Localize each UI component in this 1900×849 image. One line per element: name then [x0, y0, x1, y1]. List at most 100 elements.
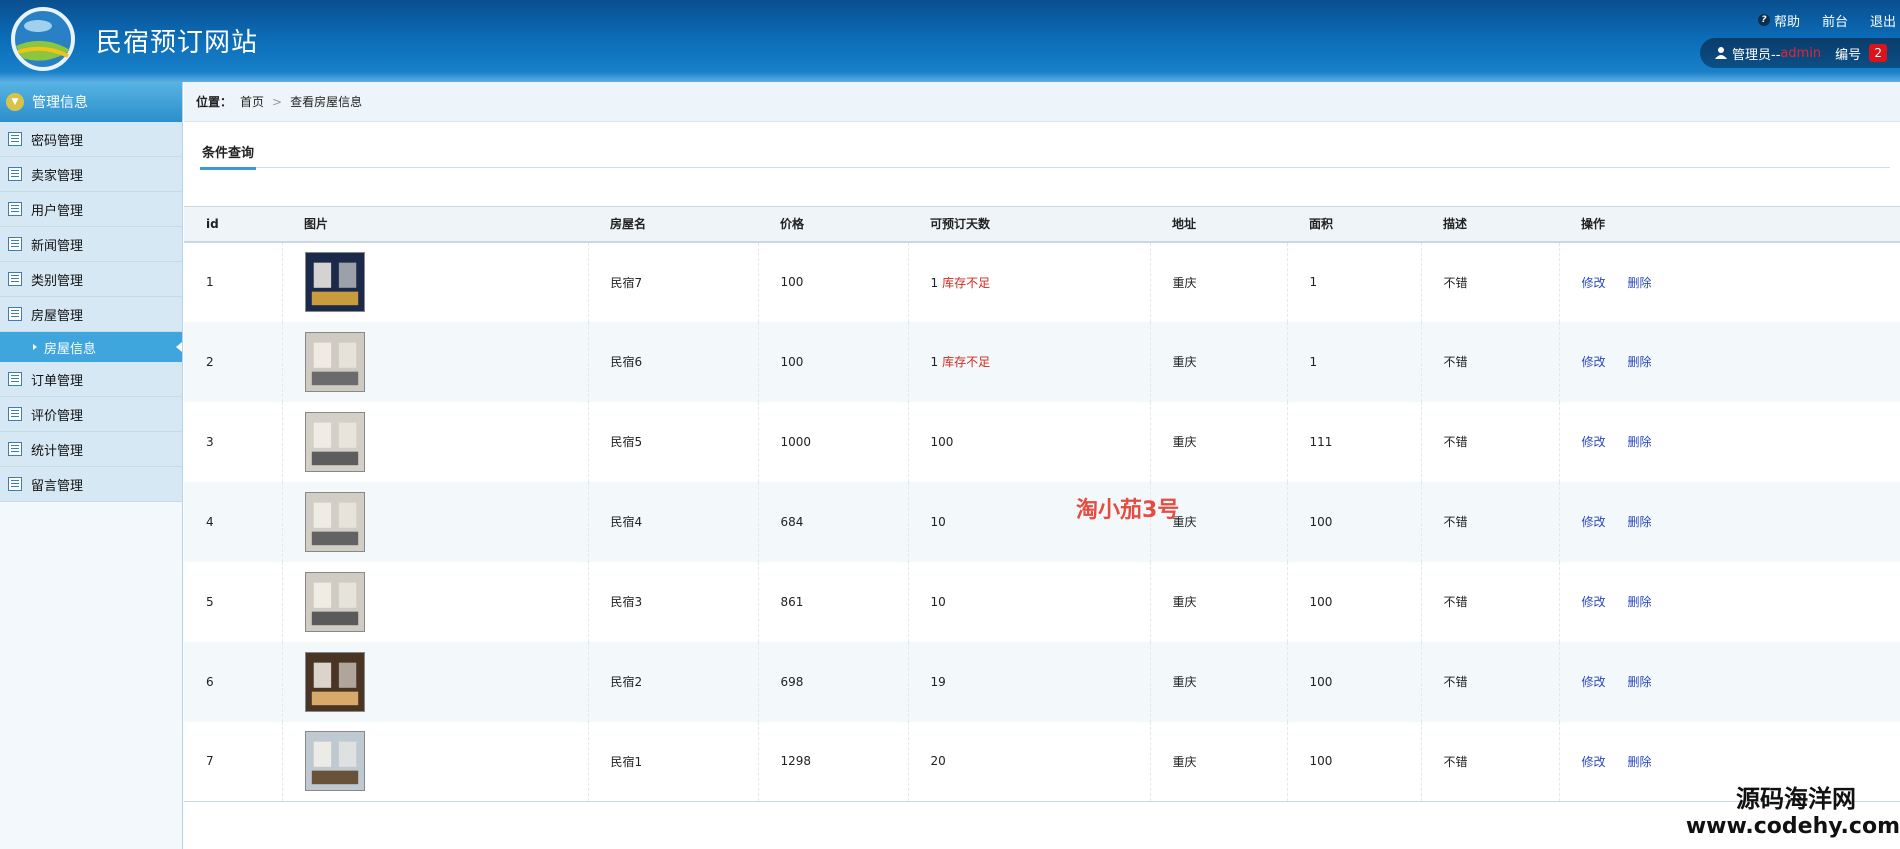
cell-area: 1 [1287, 241, 1422, 322]
cell-days: 20 [908, 721, 1151, 802]
edit-link[interactable]: 修改 [1582, 355, 1606, 369]
globe-logo-icon [11, 7, 75, 71]
cell-image [282, 481, 589, 562]
cell-price: 1000 [758, 401, 909, 482]
list-icon [8, 307, 22, 321]
menu-label: 新闻管理 [31, 238, 84, 254]
list-icon [8, 237, 22, 251]
cell-days: 1 库存不足 [908, 241, 1151, 322]
cell-address: 重庆 [1150, 721, 1288, 802]
delete-link[interactable]: 删除 [1628, 675, 1652, 689]
cell-actions: 修改 删除 [1559, 562, 1900, 642]
cell-days: 10 [908, 561, 1151, 642]
delete-link[interactable]: 删除 [1628, 595, 1652, 609]
sidebar-item-category[interactable]: 类别管理 [0, 262, 182, 297]
user-prefix: 管理员-- [1732, 47, 1781, 63]
cell-desc: 不错 [1421, 321, 1560, 402]
user-icon [1715, 47, 1727, 59]
cell-price: 698 [758, 641, 909, 722]
cell-actions: 修改 删除 [1559, 242, 1900, 322]
menu-label: 用户管理 [31, 203, 84, 219]
cell-address: 重庆 [1150, 401, 1288, 482]
tab-filter-query[interactable]: 条件查询 [200, 142, 257, 170]
edit-link[interactable]: 修改 [1582, 755, 1606, 769]
edit-link[interactable]: 修改 [1582, 515, 1606, 529]
delete-link[interactable]: 删除 [1628, 276, 1652, 290]
sidebar-item-review[interactable]: 评价管理 [0, 397, 182, 432]
table-row: 1 民宿7 100 1 库存不足 重庆 1 不错 修改 删除 [184, 241, 1900, 322]
days-value: 10 [930, 594, 946, 609]
house-thumbnail-image [304, 731, 365, 792]
stock-warning: 库存不足 [942, 275, 991, 290]
list-icon [8, 272, 22, 286]
list-icon [8, 372, 22, 386]
delete-link[interactable]: 删除 [1628, 515, 1652, 529]
edit-link[interactable]: 修改 [1582, 435, 1606, 449]
cell-image [282, 721, 589, 802]
col-header: 可预订天数 [908, 206, 1150, 243]
days-value: 19 [930, 674, 946, 689]
delete-link[interactable]: 删除 [1628, 355, 1652, 369]
menu-label: 统计管理 [31, 443, 84, 459]
cell-desc: 不错 [1421, 481, 1560, 562]
cell-id: 1 [184, 241, 283, 322]
cell-address: 重庆 [1150, 241, 1288, 322]
cell-price: 100 [758, 241, 909, 322]
sidebar-item-user[interactable]: 用户管理 [0, 192, 182, 227]
help-link[interactable]: ? 帮助 [1757, 10, 1800, 30]
cell-desc: 不错 [1421, 561, 1560, 642]
cell-id: 5 [184, 561, 283, 642]
col-header: 价格 [758, 206, 908, 243]
table-header-row: id 图片 房屋名 价格 可预订天数 地址 面积 描述 操作 [184, 206, 1900, 243]
help-icon: ? [1757, 14, 1770, 26]
sidebar-item-message[interactable]: 留言管理 [0, 467, 182, 502]
house-thumbnail-image [304, 571, 365, 632]
app-header: 民宿预订网站 ? 帮助 前台 退出 管理员-- admin 编号 2 [0, 0, 1900, 82]
delete-link[interactable]: 删除 [1628, 755, 1652, 769]
list-icon [8, 477, 22, 491]
cell-name: 民宿3 [588, 561, 759, 642]
filter-tabs: 条件查询 [200, 142, 1890, 170]
sidebar-item-seller[interactable]: 卖家管理 [0, 157, 182, 192]
collapse-icon: ▼ [6, 93, 24, 111]
col-header: 房屋名 [588, 206, 758, 243]
table-row: 3 民宿5 1000 100 重庆 111 不错 修改 删除 [184, 401, 1900, 482]
list-icon [8, 407, 22, 421]
list-icon [8, 442, 22, 456]
logout-link[interactable]: 退出 [1870, 10, 1896, 30]
sidebar-item-stats[interactable]: 统计管理 [0, 432, 182, 467]
menu-label: 密码管理 [31, 133, 84, 149]
house-thumbnail-image [304, 252, 365, 312]
sidebar: ▼ 管理信息 密码管理 卖家管理 用户管理 新闻管理 类别管理 房屋管理 房屋信… [0, 82, 183, 849]
user-info: 管理员-- admin 编号 2 [1700, 38, 1900, 68]
user-name: admin [1780, 45, 1822, 61]
sidebar-subitem-house-info[interactable]: 房屋信息 [0, 332, 182, 362]
house-table: id 图片 房屋名 价格 可预订天数 地址 面积 描述 操作 1 民宿7 100 1 库… [184, 206, 1900, 802]
sidebar-item-news[interactable]: 新闻管理 [0, 227, 182, 262]
cell-area: 1 [1287, 321, 1422, 402]
sidebar-item-house[interactable]: 房屋管理 [0, 297, 182, 332]
delete-link[interactable]: 删除 [1628, 435, 1652, 449]
cell-days: 100 [908, 401, 1151, 482]
breadcrumb-home[interactable]: 首页 [240, 93, 264, 110]
table-body: 1 民宿7 100 1 库存不足 重庆 1 不错 修改 删除 2 民宿6 100 1 库存不足 重庆 1 不错 修改… [184, 241, 1900, 802]
edit-link[interactable]: 修改 [1582, 675, 1606, 689]
table-row: 7 民宿1 1298 20 重庆 100 不错 修改 删除 [184, 721, 1900, 802]
sidebar-item-order[interactable]: 订单管理 [0, 362, 182, 397]
text-watermark: 淘小茄3号 [1076, 498, 1180, 523]
edit-link[interactable]: 修改 [1582, 276, 1606, 290]
cell-id: 2 [184, 321, 283, 402]
menu-label: 类别管理 [31, 273, 84, 289]
menu-label: 订单管理 [31, 373, 84, 389]
front-link[interactable]: 前台 [1822, 10, 1848, 30]
sidebar-item-password[interactable]: 密码管理 [0, 122, 182, 157]
edit-link[interactable]: 修改 [1582, 595, 1606, 609]
col-header: 操作 [1559, 206, 1900, 243]
brand-watermark: 源码海洋网 www.codehy.com [1686, 779, 1900, 839]
main-content: 位置： 首页 > 查看房屋信息 条件查询 id 图片 房屋名 价格 可预订天数 … [184, 82, 1900, 849]
days-value: 10 [930, 514, 946, 529]
col-header: 描述 [1421, 206, 1559, 243]
house-thumbnail-image [304, 651, 365, 712]
sidebar-header[interactable]: ▼ 管理信息 [0, 82, 182, 122]
cell-area: 100 [1287, 481, 1422, 562]
